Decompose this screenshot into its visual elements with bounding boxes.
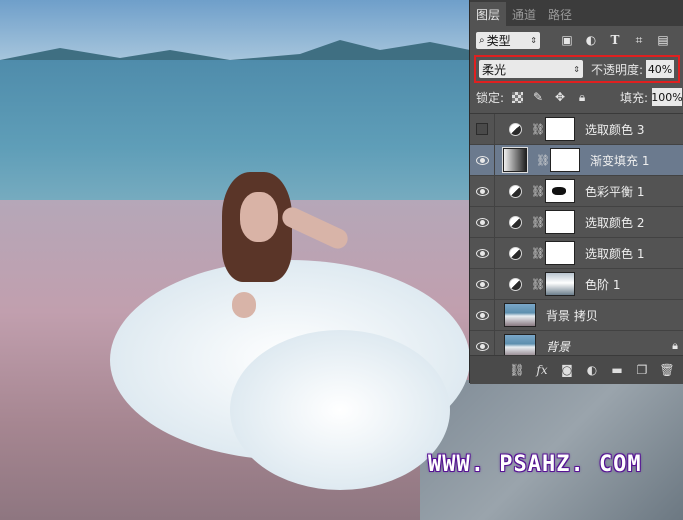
fx-icon[interactable]: fx <box>534 362 550 378</box>
layer-mask-thumbnail[interactable] <box>545 117 575 141</box>
panel-tabs: 图层 通道 路径 <box>470 0 683 26</box>
image-filter-icon[interactable]: ▣ <box>560 33 574 47</box>
shape-filter-icon[interactable]: ⌗ <box>632 33 646 47</box>
new-layer-icon[interactable]: ❐ <box>634 362 650 378</box>
link-icon[interactable]: ⛓︎ <box>531 185 545 198</box>
lock-icon[interactable]: 🔒︎ <box>672 339 678 353</box>
adjustment-layer-icon <box>509 277 522 291</box>
layer-row[interactable]: ⛓︎ 选取颜色 1 <box>470 238 683 269</box>
layer-name[interactable]: 选取颜色 1 <box>585 245 644 262</box>
layer-name[interactable]: 选取颜色 3 <box>585 121 644 138</box>
gradient-fill-thumbnail[interactable] <box>502 147 528 173</box>
smart-object-filter-icon[interactable]: ▤ <box>656 33 670 47</box>
search-icon: ⌕ <box>479 34 485 46</box>
link-icon[interactable]: ⛓︎ <box>531 123 545 136</box>
layer-mask-thumbnail[interactable] <box>550 148 580 172</box>
type-filter-icon[interactable]: T <box>608 33 622 47</box>
blend-mode-value: 柔光 <box>482 62 507 77</box>
layer-row[interactable]: ⛓︎ 选取颜色 3 <box>470 114 683 145</box>
layer-row[interactable]: ⛓︎ 色彩平衡 1 <box>470 176 683 207</box>
new-adjustment-icon[interactable]: ◐ <box>584 362 600 378</box>
adjustment-layer-icon <box>509 215 522 229</box>
layers-panel: 图层 通道 路径 ⌕ 类型 ⇕ ▣ ◐ T ⌗ ▤ 柔光 ⇕ 不透明度: 40%… <box>469 0 683 384</box>
rocks <box>420 380 683 520</box>
layer-mask-thumbnail[interactable] <box>545 272 575 296</box>
blend-mode-select[interactable]: 柔光 ⇕ <box>479 60 583 78</box>
visibility-toggle[interactable] <box>470 238 495 268</box>
lock-row: 锁定: ✎ ✥ 🔒︎ 填充: 100% <box>470 86 683 108</box>
adjustment-layer-icon <box>509 246 522 260</box>
layer-mask-thumbnail[interactable] <box>545 210 575 234</box>
layer-mask-thumbnail[interactable] <box>545 179 575 203</box>
panel-bottom-bar: ⛓︎ fx ◙ ◐ ▬ ❐ 🗑︎ <box>470 355 683 384</box>
link-icon[interactable]: ⛓︎ <box>536 154 550 167</box>
lock-pixels-icon[interactable]: ✎ <box>531 90 545 104</box>
link-icon[interactable]: ⛓︎ <box>531 278 545 291</box>
eye-icon <box>475 310 489 320</box>
opacity-label: 不透明度: <box>591 62 644 77</box>
layer-name[interactable]: 渐变填充 1 <box>590 152 649 169</box>
lock-label: 锁定: <box>476 90 505 105</box>
layer-row-selected[interactable]: ⛓︎ 渐变填充 1 <box>470 145 683 176</box>
visibility-toggle[interactable] <box>470 300 495 330</box>
filter-kind-select[interactable]: ⌕ 类型 ⇕ <box>476 31 540 49</box>
chevron-updown-icon: ⇕ <box>530 35 537 45</box>
layers-list: ⛓︎ 选取颜色 3 ⛓︎ 渐变填充 1 ⛓︎ 色彩平衡 1 ⛓︎ 选取颜色 2 <box>470 113 683 362</box>
layer-name[interactable]: 背景 拷贝 <box>546 307 598 324</box>
tab-layers[interactable]: 图层 <box>470 2 507 26</box>
lock-all-icon[interactable]: 🔒︎ <box>575 90 589 104</box>
delete-icon[interactable]: 🗑︎ <box>659 362 675 378</box>
visibility-off-icon <box>476 123 488 135</box>
visibility-toggle[interactable] <box>470 114 495 144</box>
tab-paths[interactable]: 路径 <box>542 2 578 26</box>
visibility-toggle[interactable] <box>470 207 495 237</box>
layer-thumbnail[interactable] <box>504 303 536 327</box>
tab-channels[interactable]: 通道 <box>506 2 542 26</box>
visibility-toggle[interactable] <box>470 269 495 299</box>
eye-icon <box>475 217 489 227</box>
eye-icon <box>475 341 489 351</box>
adjustment-layer-icon <box>509 184 522 198</box>
link-layers-icon[interactable]: ⛓︎ <box>509 362 525 378</box>
face <box>240 192 278 242</box>
filter-kind-label: 类型 <box>486 33 511 48</box>
add-mask-icon[interactable]: ◙ <box>559 362 575 378</box>
visibility-toggle[interactable] <box>470 145 495 175</box>
layer-name[interactable]: 色阶 1 <box>585 276 620 293</box>
fill-label: 填充: <box>619 90 648 105</box>
layer-name[interactable]: 背景 <box>546 338 570 355</box>
filter-row: ⌕ 类型 ⇕ ▣ ◐ T ⌗ ▤ <box>470 27 683 53</box>
link-icon[interactable]: ⛓︎ <box>531 247 545 260</box>
eye-icon <box>475 186 489 196</box>
eye-icon <box>475 248 489 258</box>
watermark-text: WWW. PSAHZ. COM <box>428 452 642 477</box>
layer-name[interactable]: 选取颜色 2 <box>585 214 644 231</box>
link-icon[interactable]: ⛓︎ <box>531 216 545 229</box>
eye-icon <box>475 279 489 289</box>
lock-position-icon[interactable]: ✥ <box>553 90 567 104</box>
visibility-toggle[interactable] <box>470 176 495 206</box>
adjustment-layer-icon <box>509 122 522 136</box>
adjustment-filter-icon[interactable]: ◐ <box>584 33 598 47</box>
new-group-icon[interactable]: ▬ <box>609 362 625 378</box>
lock-transparent-icon[interactable] <box>512 91 524 103</box>
chevron-updown-icon: ⇕ <box>573 64 580 74</box>
layer-name[interactable]: 色彩平衡 1 <box>585 183 644 200</box>
blend-opacity-row: 柔光 ⇕ 不透明度: 40% <box>474 55 680 83</box>
dress-ruffle <box>230 330 450 490</box>
layer-row[interactable]: ⛓︎ 色阶 1 <box>470 269 683 300</box>
fill-input[interactable]: 100% <box>651 88 683 106</box>
opacity-input[interactable]: 40% <box>646 60 675 78</box>
layer-row[interactable]: ⛓︎ 选取颜色 2 <box>470 207 683 238</box>
eye-icon <box>475 155 489 165</box>
layer-mask-thumbnail[interactable] <box>545 241 575 265</box>
layer-row[interactable]: 背景 拷贝 <box>470 300 683 331</box>
arm <box>232 292 256 318</box>
